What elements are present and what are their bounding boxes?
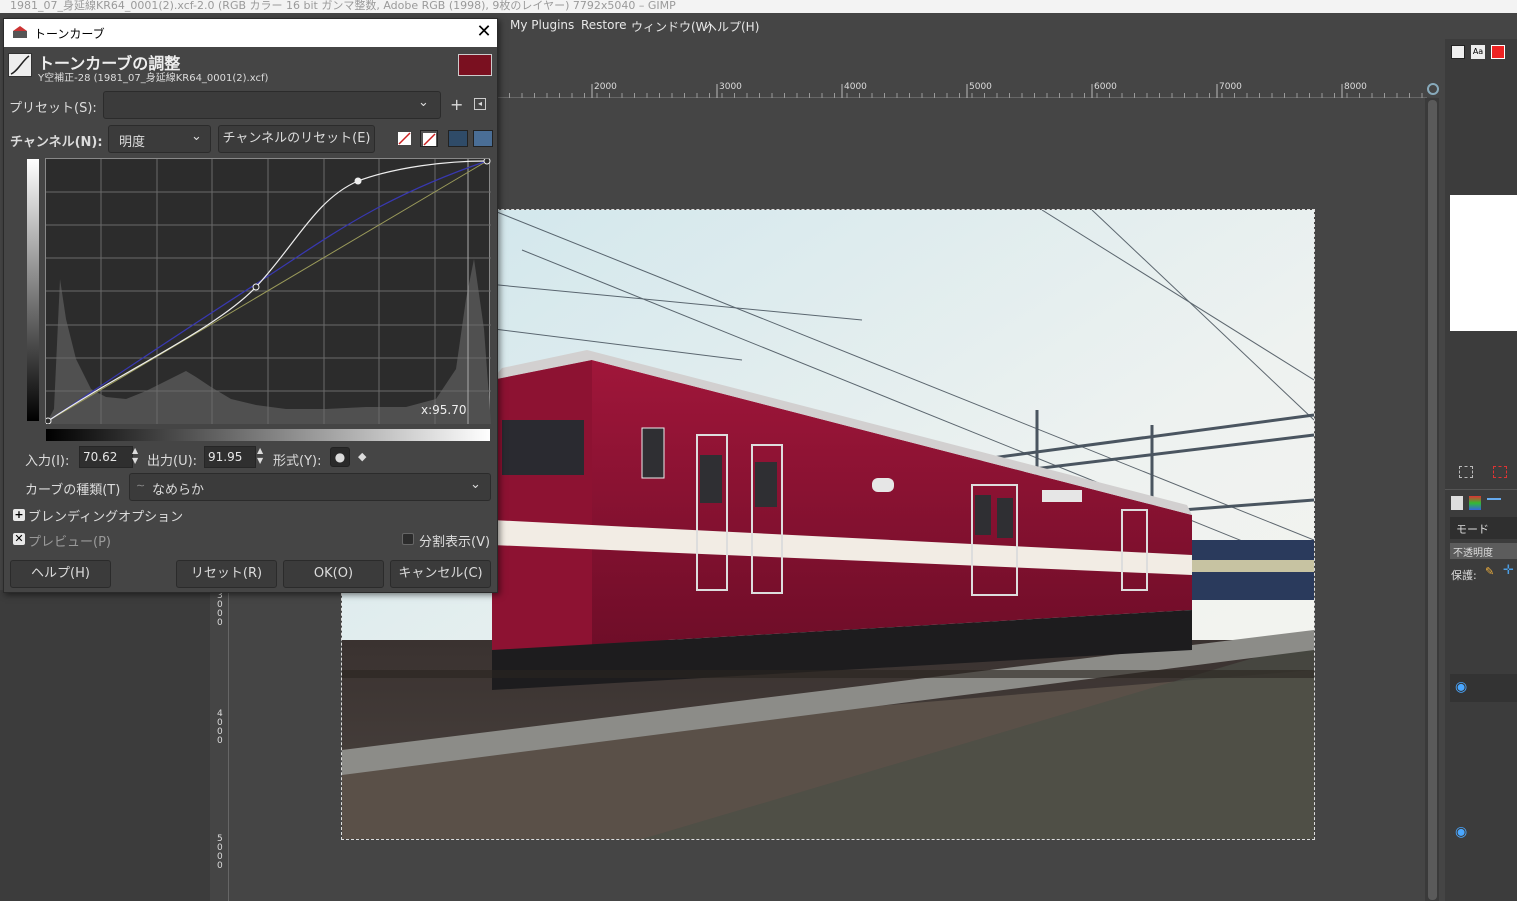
ruler-label: 5000: [217, 834, 223, 871]
smooth-curve-icon: ∼: [136, 479, 146, 492]
select-icon[interactable]: [1459, 466, 1473, 478]
blending-options-label[interactable]: ブレンディングオプション: [28, 506, 183, 525]
output-stepper-icon[interactable]: ▲ ▼: [257, 446, 263, 466]
curves-icon: [8, 53, 32, 77]
ruler-label: 8000: [1344, 82, 1367, 92]
opacity-slider[interactable]: 不透明度: [1450, 543, 1517, 559]
input-stepper-icon[interactable]: ▲ ▼: [132, 446, 138, 466]
close-icon[interactable]: ✕: [474, 21, 494, 43]
ruler-label: 4000: [844, 82, 867, 92]
help-button[interactable]: ヘルプ(H): [10, 560, 111, 588]
curve-type-label: カーブの種類(T): [25, 483, 121, 498]
linear-histogram-icon[interactable]: [398, 132, 411, 145]
ruler-label: 3000: [719, 82, 742, 92]
channels-tab-icon[interactable]: [1469, 496, 1481, 510]
input-field[interactable]: 70.62: [79, 446, 133, 468]
color-tab-icon[interactable]: [1491, 45, 1505, 59]
foreground-tab-icon[interactable]: [1451, 45, 1465, 59]
ruler-ticks: [497, 84, 1423, 98]
ruler-vertical[interactable]: 3000 4000 5000: [212, 590, 229, 901]
curve-type-value: なめらか: [152, 483, 205, 498]
dialog-title: トーンカーブ: [34, 27, 105, 41]
lock-position-icon[interactable]: ✛: [1503, 563, 1514, 578]
log-histogram-icon[interactable]: [420, 130, 438, 147]
input-gradient-bar: [46, 429, 490, 441]
reset-button[interactable]: リセット(R): [176, 560, 277, 588]
eye-icon[interactable]: ◉: [1455, 824, 1467, 840]
channel-combo[interactable]: 明度 ⌄: [108, 125, 211, 153]
lock-label: 保護:: [1451, 569, 1477, 582]
scrollbar-thumb[interactable]: [1428, 100, 1437, 900]
ruler-label: 7000: [1219, 82, 1242, 92]
smooth-point-icon[interactable]: ●: [330, 447, 350, 467]
curve-graph[interactable]: x:95.70: [44, 157, 491, 425]
format-label: 形式(Y):: [273, 454, 322, 469]
ruler-horizontal[interactable]: 2000 3000 4000 5000 6000 7000 8000: [497, 82, 1427, 98]
menu-window[interactable]: ウィンドウ(W): [631, 18, 712, 35]
mode-combo[interactable]: モード: [1450, 517, 1517, 539]
preview-checkbox[interactable]: ✕: [13, 533, 25, 545]
output-gradient-bar: [27, 159, 39, 421]
chevron-down-icon: ⌄: [470, 477, 481, 492]
ruler-label: 3000: [217, 591, 223, 628]
font-tab-icon[interactable]: Aa: [1471, 45, 1485, 59]
menu-help[interactable]: ヘルプ(H): [705, 18, 759, 35]
eye-icon[interactable]: ◉: [1455, 679, 1467, 695]
ruler-label: 5000: [969, 82, 992, 92]
channel-label: チャンネル(N):: [10, 135, 103, 150]
dialog-titlebar[interactable]: トーンカーブ ✕: [4, 19, 497, 47]
menu-restore[interactable]: Restore: [581, 18, 627, 32]
right-dock: Aa モード 不透明度 保護: ✎ ✛ ◉ ◉: [1445, 39, 1517, 901]
menu-my-plugins[interactable]: My Plugins: [510, 18, 574, 32]
lock-paint-icon[interactable]: ✎: [1485, 565, 1494, 578]
preset-label: プリセット(S):: [9, 101, 97, 116]
paths-tab-icon[interactable]: [1487, 498, 1501, 508]
corner-point-icon[interactable]: ◆: [358, 450, 366, 463]
mode-label: モード: [1456, 523, 1489, 536]
chevron-down-icon: ⌄: [418, 95, 429, 110]
chevron-down-icon: ⌄: [191, 129, 202, 144]
navigate-icon[interactable]: [1427, 83, 1439, 95]
dialog-subheading: Y空補正-28 (1981_07_身延線KR64_0001(2).xcf): [38, 73, 269, 84]
input-label: 入力(I):: [25, 454, 70, 469]
add-preset-icon[interactable]: +: [450, 95, 463, 114]
ruler-label: 4000: [217, 709, 223, 746]
output-label: 出力(U):: [147, 454, 198, 469]
toolbox-panel: [0, 590, 210, 901]
image-preview[interactable]: [1450, 195, 1517, 331]
window-title: 1981_07_身延線KR64_0001(2).xcf-2.0 (RGB カラー…: [0, 0, 1517, 13]
curves-app-icon: [12, 25, 28, 39]
cancel-button[interactable]: キャンセル(C): [390, 560, 491, 588]
expander-plus-icon[interactable]: +: [13, 509, 25, 521]
histogram-view-alt-icon[interactable]: [473, 130, 493, 147]
selection-mask-icon[interactable]: [1493, 466, 1507, 478]
layer-thumbnail: [458, 54, 492, 76]
divider: [1445, 489, 1517, 490]
preset-combo[interactable]: ⌄: [103, 91, 441, 119]
cursor-readout: x:95.70: [421, 403, 467, 417]
layers-tab-icon[interactable]: [1451, 496, 1463, 510]
histogram-view-icon[interactable]: [448, 130, 468, 147]
curves-dialog: トーンカーブ ✕ トーンカーブの調整 Y空補正-28 (1981_07_身延線K…: [3, 18, 498, 593]
output-field[interactable]: 91.95: [204, 446, 256, 468]
channel-reset-button[interactable]: チャンネルのリセット(E): [218, 125, 375, 153]
curve-plot: [44, 157, 491, 425]
ruler-label: 2000: [594, 82, 617, 92]
split-view-label[interactable]: 分割表示(V): [419, 531, 490, 550]
preview-label[interactable]: プレビュー(P): [28, 531, 111, 550]
split-view-checkbox[interactable]: [402, 533, 414, 545]
preset-menu-icon[interactable]: ◂: [474, 98, 486, 110]
ok-button[interactable]: OK(O): [283, 560, 384, 588]
curve-type-combo[interactable]: ∼ なめらか ⌄: [129, 473, 491, 501]
channel-value: 明度: [119, 135, 146, 150]
ruler-label: 6000: [1094, 82, 1117, 92]
opacity-label: 不透明度: [1453, 548, 1493, 559]
